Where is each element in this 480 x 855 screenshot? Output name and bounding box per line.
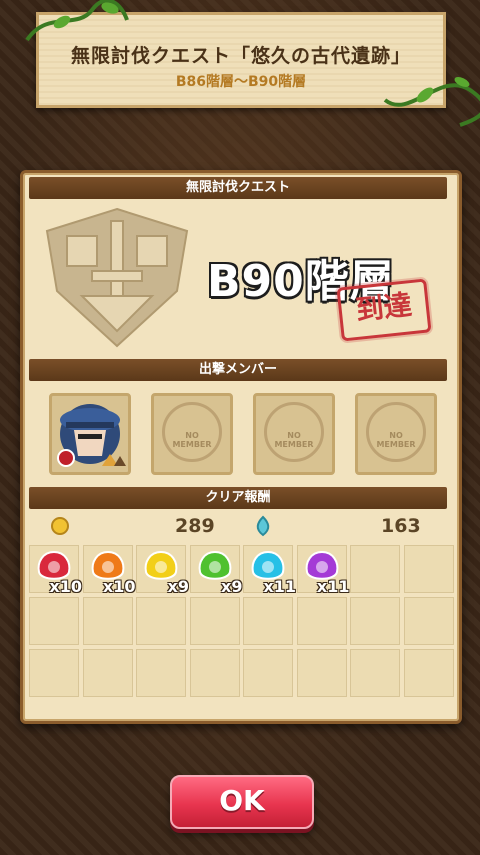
soul-reward: 163: [381, 515, 421, 537]
vine-decoration-right: [383, 77, 480, 127]
reward-slot: [29, 597, 79, 645]
members-header: 出撃メンバー: [29, 359, 447, 381]
reward-slot[interactable]: x10: [29, 545, 82, 596]
reward-slot: [29, 649, 79, 697]
reward-slot: [296, 649, 347, 697]
ok-button[interactable]: OK: [170, 775, 314, 829]
member-slot-4[interactable]: NO MEMBER: [355, 393, 437, 475]
coin-icon: [51, 517, 69, 535]
reward-slot: [350, 545, 400, 593]
reward-slot: [189, 597, 240, 645]
reward-slot: [189, 649, 240, 697]
reward-slot[interactable]: x11: [243, 545, 296, 596]
coin-reward: 289: [175, 515, 215, 537]
member-slot-1[interactable]: [49, 393, 131, 475]
reward-slot: [243, 597, 293, 645]
quest-header: 無限討伐クエスト: [29, 177, 447, 199]
reward-slot: [136, 649, 186, 697]
vine-decoration-top: [25, 0, 129, 42]
reward-slot: [82, 649, 133, 697]
reward-slot: [136, 597, 186, 645]
ancient-ruins-emblem-icon: [45, 207, 189, 348]
reward-slot: [296, 597, 347, 645]
reward-quantity: x11: [263, 577, 296, 596]
reward-quantity: x9: [167, 577, 189, 596]
reward-quantity: x10: [49, 577, 82, 596]
member-slots: NO MEMBER NO MEMBER NO MEMBER: [49, 393, 441, 481]
empty-member-icon: NO MEMBER: [366, 402, 426, 462]
reward-grid: x10 x10 x9 x9 x11 x11: [29, 545, 454, 703]
character-portrait-icon: [57, 404, 126, 467]
rewards-header: クリア報酬: [29, 487, 447, 509]
no-member-label: NO MEMBER: [172, 431, 212, 449]
reward-slot[interactable]: x10: [82, 545, 136, 596]
reward-slot: [82, 597, 133, 645]
reward-quantity: x10: [102, 577, 136, 596]
no-member-label: NO MEMBER: [376, 431, 416, 449]
reward-slot: [243, 649, 293, 697]
member-slot-3[interactable]: NO MEMBER: [253, 393, 335, 475]
reward-slot[interactable]: x9: [189, 545, 243, 596]
reward-slot[interactable]: x9: [136, 545, 189, 596]
reward-slot: [350, 649, 400, 697]
empty-member-icon: NO MEMBER: [162, 402, 222, 462]
reached-stamp: 到達: [336, 278, 432, 342]
empty-member-icon: NO MEMBER: [264, 402, 324, 462]
reward-slot: [403, 597, 454, 645]
reward-slot: [350, 597, 400, 645]
reward-slot: [403, 545, 454, 593]
no-member-label: NO MEMBER: [274, 431, 314, 449]
reward-quantity: x11: [316, 577, 350, 596]
member-slot-2[interactable]: NO MEMBER: [151, 393, 233, 475]
reward-slot: [403, 649, 454, 697]
reward-slot[interactable]: x11: [296, 545, 350, 596]
result-panel: 無限討伐クエスト B90階層 到達 出撃メンバー NO MEMBER NO ME…: [20, 170, 462, 724]
soul-icon: [256, 515, 270, 537]
reward-quantity: x9: [221, 577, 243, 596]
